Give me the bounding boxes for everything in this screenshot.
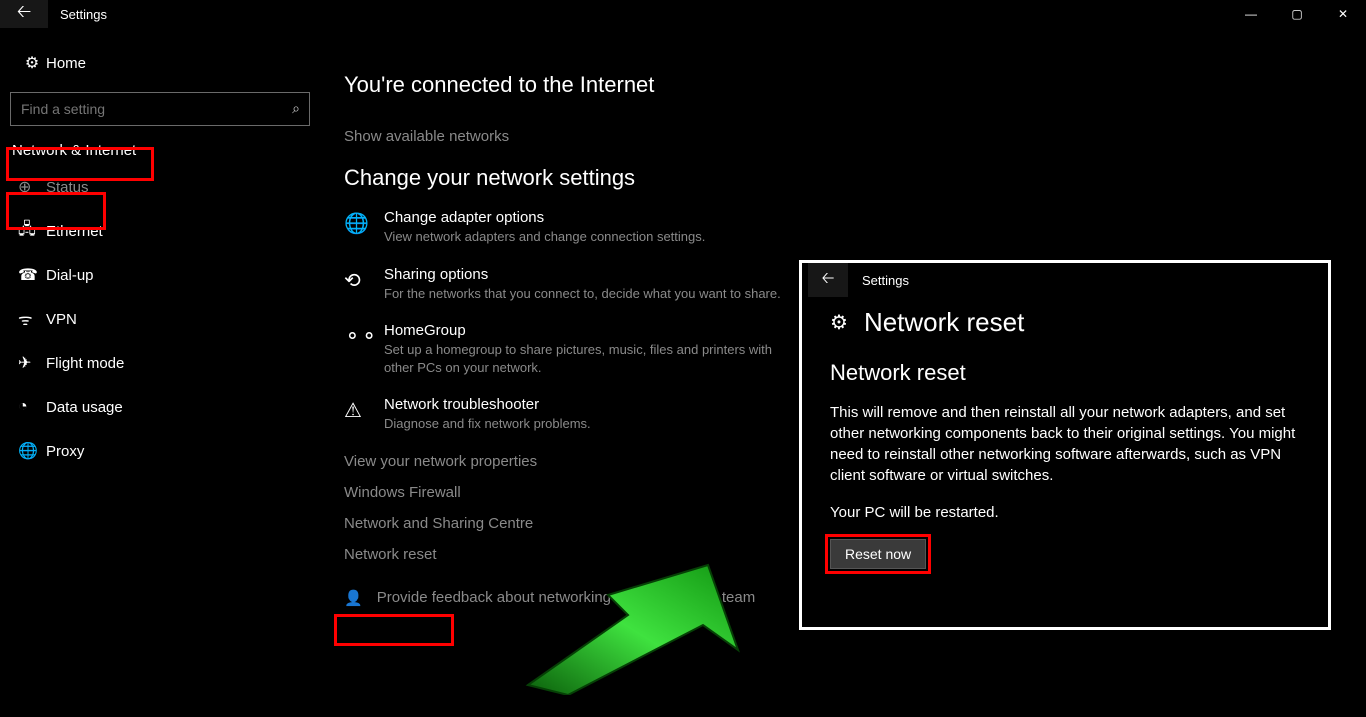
heading-change-settings: Change your network settings xyxy=(344,165,1044,191)
title-bar: 🡠 Settings — ▢ ✕ xyxy=(0,0,1366,28)
sidebar-item-label: Proxy xyxy=(46,443,84,460)
sharing-icon: ⟲ xyxy=(344,266,368,303)
option-desc: Diagnose and fix network problems. xyxy=(384,415,591,433)
phone-icon: ☎ xyxy=(18,265,46,285)
option-title: Sharing options xyxy=(384,266,781,283)
homegroup-icon: ⚬⚬ xyxy=(344,322,368,376)
sidebar-item-vpn[interactable]: ᯤ VPN xyxy=(0,297,320,341)
search-input[interactable] xyxy=(10,92,310,126)
inset-back-button[interactable]: 🡠 xyxy=(808,263,848,297)
highlight-network-reset xyxy=(334,614,454,646)
sidebar: ⚙ Home ⌕ Network & Internet ⊕ Status 🖧 E… xyxy=(0,40,320,473)
option-troubleshooter[interactable]: ⚠ Network troubleshooter Diagnose and fi… xyxy=(344,396,804,433)
option-change-adapter[interactable]: 🌐 Change adapter options View network ad… xyxy=(344,209,804,246)
sidebar-item-proxy[interactable]: 🌐 Proxy xyxy=(0,429,320,473)
minimize-button[interactable]: — xyxy=(1228,0,1274,28)
highlight-status xyxy=(6,192,106,230)
feedback-label: Provide feedback about networking to the… xyxy=(377,589,756,606)
sidebar-item-flightmode[interactable]: ✈ Flight mode xyxy=(0,341,320,385)
inset-body-text-1: This will remove and then reinstall all … xyxy=(830,402,1300,486)
inset-titlebar: 🡠 Settings xyxy=(802,263,1328,297)
inset-window: 🡠 Settings ⚙ Network reset Network reset… xyxy=(799,260,1331,630)
close-button[interactable]: ✕ xyxy=(1320,0,1366,28)
search-wrap: ⌕ xyxy=(10,92,310,126)
option-title: HomeGroup xyxy=(384,322,804,339)
option-sharing[interactable]: ⟲ Sharing options For the networks that … xyxy=(344,266,804,303)
inset-page-title-row: ⚙ Network reset xyxy=(830,307,1300,338)
close-icon: ✕ xyxy=(1338,7,1348,21)
minimize-icon: — xyxy=(1245,7,1257,21)
maximize-icon: ▢ xyxy=(1291,7,1302,21)
window-title: Settings xyxy=(48,7,107,22)
proxy-icon: 🌐 xyxy=(18,441,46,461)
inset-page-title: Network reset xyxy=(864,307,1024,338)
vpn-icon: ᯤ xyxy=(18,308,46,330)
gear-icon: ⚙ xyxy=(18,53,46,73)
option-desc: View network adapters and change connect… xyxy=(384,228,705,246)
arrow-left-icon: 🡠 xyxy=(822,267,835,294)
inset-body-text-2: Your PC will be restarted. xyxy=(830,502,1300,523)
gear-icon: ⚙ xyxy=(830,310,848,335)
globe-icon: 🌐 xyxy=(344,209,368,246)
link-show-networks[interactable]: Show available networks xyxy=(344,128,1044,145)
back-button[interactable]: 🡠 xyxy=(0,0,48,28)
home-label: Home xyxy=(46,55,86,72)
sidebar-item-dialup[interactable]: ☎ Dial-up xyxy=(0,253,320,297)
airplane-icon: ✈ xyxy=(18,353,46,373)
option-title: Network troubleshooter xyxy=(384,396,591,413)
search-icon: ⌕ xyxy=(292,100,300,117)
inset-body: ⚙ Network reset Network reset This will … xyxy=(802,297,1328,569)
sidebar-item-datausage[interactable]: ◔ Data usage xyxy=(0,385,320,429)
option-homegroup[interactable]: ⚬⚬ HomeGroup Set up a homegroup to share… xyxy=(344,322,804,376)
window-controls: — ▢ ✕ xyxy=(1228,0,1366,28)
inset-window-title: Settings xyxy=(848,273,909,288)
inset-subheading: Network reset xyxy=(830,360,1300,386)
arrow-left-icon: 🡠 xyxy=(17,0,32,29)
sidebar-item-label: Flight mode xyxy=(46,355,124,372)
option-desc: For the networks that you connect to, de… xyxy=(384,285,781,303)
sidebar-item-label: Dial-up xyxy=(46,267,94,284)
feedback-icon: 👤 xyxy=(344,589,363,607)
highlight-category xyxy=(6,147,154,181)
datausage-icon: ◔ xyxy=(18,398,46,416)
sidebar-item-label: VPN xyxy=(46,311,77,328)
maximize-button[interactable]: ▢ xyxy=(1274,0,1320,28)
sidebar-item-label: Data usage xyxy=(46,399,123,416)
heading-connected: You're connected to the Internet xyxy=(344,72,1044,98)
option-title: Change adapter options xyxy=(384,209,705,226)
warning-icon: ⚠ xyxy=(344,396,368,433)
option-desc: Set up a homegroup to share pictures, mu… xyxy=(384,341,804,376)
sidebar-home[interactable]: ⚙ Home xyxy=(0,40,320,86)
highlight-reset-now xyxy=(825,534,931,574)
